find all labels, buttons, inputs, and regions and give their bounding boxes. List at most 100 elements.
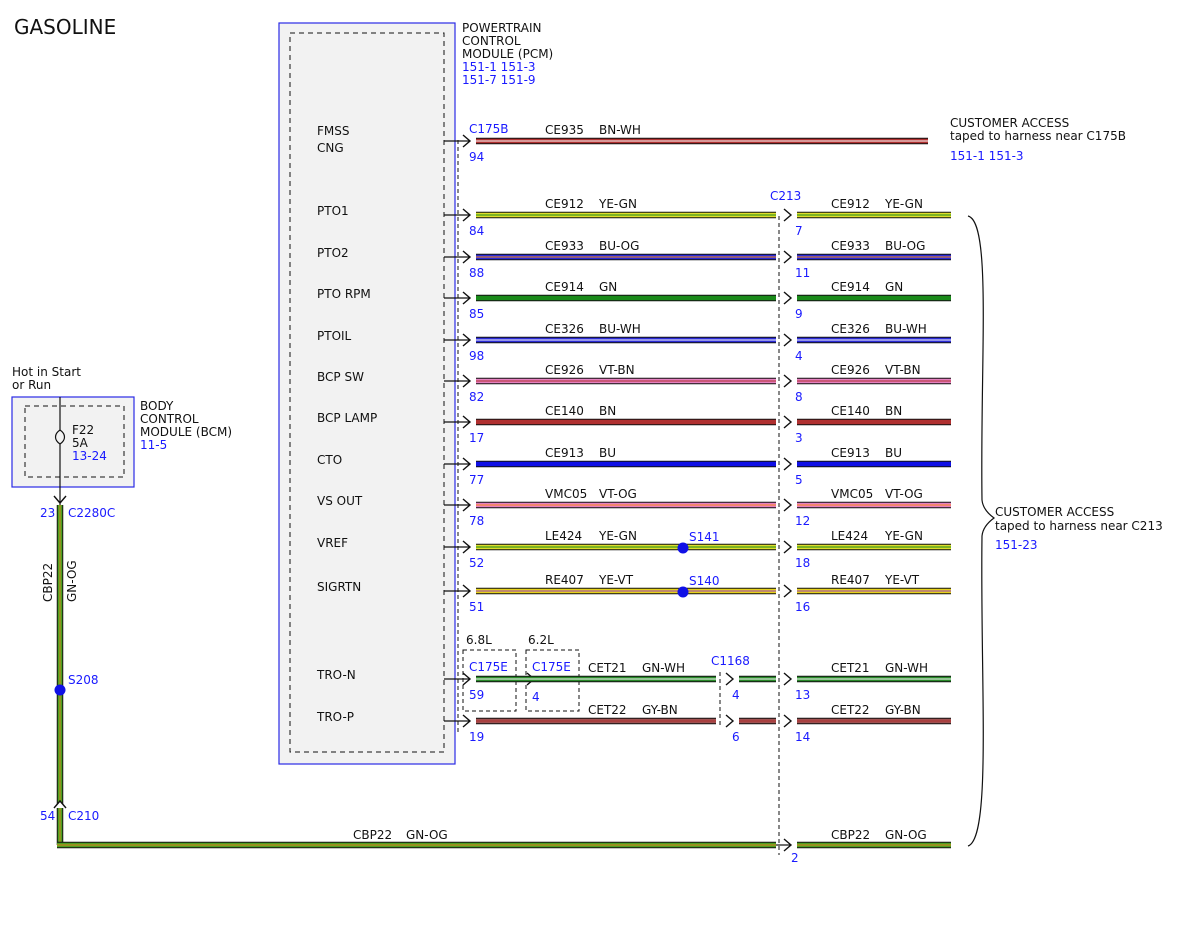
signal-bcp-sw-c213-pin: 8 [795, 390, 803, 404]
c175e-connector-b: C175E [532, 660, 571, 674]
signal-pto1-pcm-pin: 84 [469, 224, 484, 238]
signal-cto-circuit2: CE913 [831, 446, 870, 460]
signal-cto-pcm-pin: 77 [469, 473, 484, 487]
signal-cto-circuit: CE913 [545, 446, 584, 460]
signal-tro-n-pcm-pin: 59 [469, 688, 484, 702]
signal-tro-n-c213-connector-icon [783, 672, 793, 686]
c175b-connector: C175B [469, 122, 509, 136]
signal-cto-label: CTO [317, 453, 342, 467]
signal-pto1-color: YE-GN [598, 197, 637, 211]
signal-pto2-circuit2: CE933 [831, 239, 870, 253]
bcm-connector: C2280C [68, 506, 115, 520]
signal-cto-c213-pin: 5 [795, 473, 803, 487]
signal-tro-p-c1168-pin: 6 [732, 730, 740, 744]
feed-wire: CBP22 GN-OG S208 54 C210 CBP22 GN-OG 2 C… [40, 505, 951, 865]
signal-ptoil-label: PTOIL [317, 329, 352, 343]
signal-bcp-lamp-c213-connector-icon [783, 415, 793, 429]
signal-tro-n-c175e-pin: 4 [532, 690, 540, 704]
signal-vref-circuit: LE424 [545, 529, 582, 543]
signal-vref-circuit2: LE424 [831, 529, 868, 543]
bcm-ref[interactable]: 11-5 [140, 438, 167, 452]
signal-bcp-sw-pcm-pin: 82 [469, 390, 484, 404]
engine-variant-a: 6.8L [466, 633, 492, 647]
engine-variant-b: 6.2L [528, 633, 554, 647]
signal-bcp-sw-circuit: CE926 [545, 363, 584, 377]
signal-ptoil-circuit: CE326 [545, 322, 584, 336]
signal-sigrtn-color2: YE-VT [884, 573, 920, 587]
signal-vref-pcm-pin: 52 [469, 556, 484, 570]
signal-tro-n-c213-pin: 13 [795, 688, 810, 702]
signal-cto-c213-connector-icon [783, 457, 793, 471]
signal-pto2-color: BU-OG [599, 239, 639, 253]
customer-access-group-ref[interactable]: 151-23 [995, 538, 1038, 552]
customer-access-top-line1: CUSTOMER ACCESS [950, 116, 1069, 130]
signal-tro-n-c1168-pin: 4 [732, 688, 740, 702]
signal-bcp-lamp-pcm-pin: 17 [469, 431, 484, 445]
customer-access-top: CUSTOMER ACCESS taped to harness near C1… [950, 116, 1126, 163]
signal-tro-n-color: GN-WH [642, 661, 685, 675]
bcm-name-2: CONTROL [140, 412, 199, 426]
signal-vs-out-circuit: VMC05 [545, 487, 587, 501]
c213-connector: C213 [770, 189, 801, 203]
customer-access-group-line1: CUSTOMER ACCESS [995, 505, 1114, 519]
feed-color-label-h: GN-OG [406, 828, 448, 842]
signal-vs-out-label: VS OUT [317, 494, 363, 508]
feed-color2-label: GN-OG [885, 828, 927, 842]
signal-vref-c213-connector-icon [783, 540, 793, 554]
signal-sigrtn-c213-pin: 16 [795, 600, 810, 614]
signal-ptoil-c213-pin: 4 [795, 349, 803, 363]
signal-pto2-circuit: CE933 [545, 239, 584, 253]
signal-fmss-label2: CNG [317, 141, 344, 155]
signal-tro-p-c1168-connector-icon [725, 714, 735, 728]
signal-vref-c213-pin: 18 [795, 556, 810, 570]
signal-pto1-c213-connector-icon [783, 208, 793, 222]
signal-bcp-sw-c213-connector-icon [783, 374, 793, 388]
signal-bcp-sw-color: VT-BN [599, 363, 635, 377]
signal-fmss-color: BN-WH [599, 123, 641, 137]
signal-tro-n-color2: GN-WH [885, 661, 928, 675]
pcm-name-1: POWERTRAIN [462, 21, 542, 35]
feed-circuit-label-h: CBP22 [353, 828, 392, 842]
signal-tro-n-label: TRO-N [316, 668, 356, 682]
signal-tro-p-label: TRO-P [316, 710, 354, 724]
signal-ptoil-c213-connector-icon [783, 333, 793, 347]
pcm-name-3: MODULE (PCM) [462, 47, 553, 61]
signal-vref-color: YE-GN [598, 529, 637, 543]
signal-pto2-pcm-pin: 88 [469, 266, 484, 280]
signal-pto-rpm-circuit2: CE914 [831, 280, 870, 294]
customer-access-top-line2: taped to harness near C175B [950, 129, 1126, 143]
diagram-title: GASOLINE [14, 15, 116, 39]
signal-vs-out-c213-connector-icon [783, 498, 793, 512]
signal-pto1-circuit: CE912 [545, 197, 584, 211]
signal-tro-p-color2: GY-BN [885, 703, 921, 717]
bcm-module: Hot in Start or Run BODY CONTROL MODULE … [11, 365, 232, 520]
signal-tro-n-c1168-connector-icon [725, 672, 735, 686]
signal-pto1-label: PTO1 [317, 204, 349, 218]
signal-pto-rpm-color2: GN [885, 280, 903, 294]
signal-ptoil-color: BU-WH [599, 322, 641, 336]
signal-pto-rpm-c213-pin: 9 [795, 307, 803, 321]
c210-pin: 54 [40, 809, 55, 823]
wiring-diagram: GASOLINE POWERTRAIN CONTROL MODULE (PCM)… [0, 0, 1200, 927]
c1168-connector: C1168 [711, 654, 750, 668]
signal-vs-out-circuit2: VMC05 [831, 487, 873, 501]
signal-bcp-lamp-c213-pin: 3 [795, 431, 803, 445]
signal-vref-color2: YE-GN [884, 529, 923, 543]
signal-bcp-lamp-color2: BN [885, 404, 902, 418]
pcm-ref-1[interactable]: 151-1 151-3 [462, 60, 536, 74]
signal-tro-p-circuit2: CET22 [831, 703, 870, 717]
signal-sigrtn-color: YE-VT [598, 573, 634, 587]
c210-connector-icon [53, 799, 67, 809]
fuse-ref[interactable]: 13-24 [72, 449, 107, 463]
or-run-label: or Run [12, 378, 51, 392]
pcm-ref-2[interactable]: 151-7 151-9 [462, 73, 536, 87]
signal-bcp-sw-circuit2: CE926 [831, 363, 870, 377]
signal-pto1-color2: YE-GN [884, 197, 923, 211]
signal-ptoil-circuit2: CE326 [831, 322, 870, 336]
splice-s208-icon [54, 684, 66, 696]
signal-ptoil-color2: BU-WH [885, 322, 927, 336]
customer-access-top-ref[interactable]: 151-1 151-3 [950, 149, 1024, 163]
signal-sigrtn-circuit: RE407 [545, 573, 584, 587]
signal-bcp-sw-color2: VT-BN [885, 363, 921, 377]
harness-brace [967, 215, 996, 847]
